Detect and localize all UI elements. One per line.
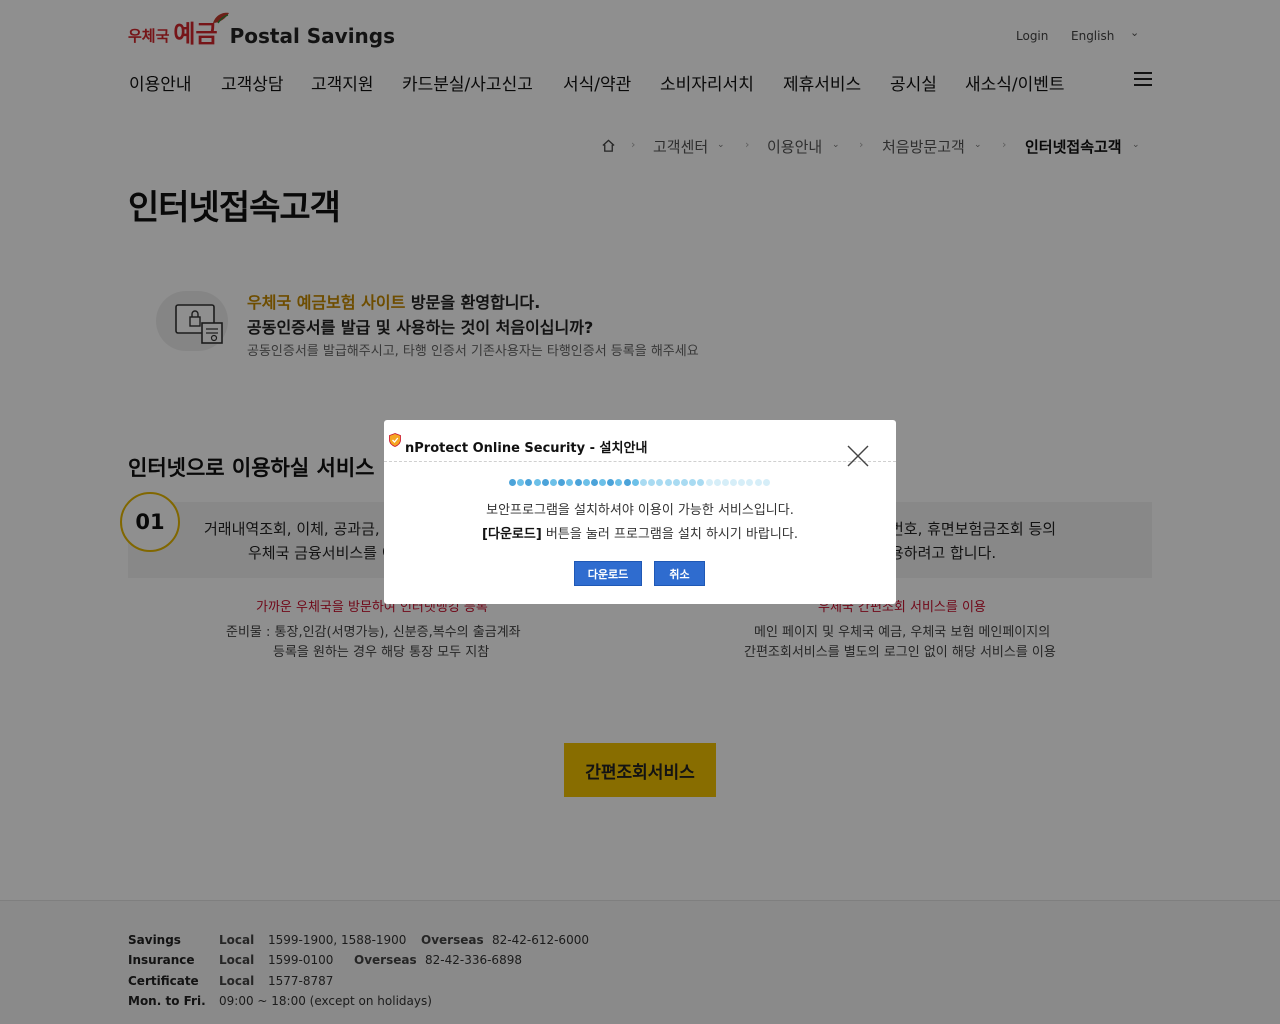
progress-dot	[672, 479, 680, 486]
progress-dot	[509, 479, 516, 486]
progress-dot	[582, 479, 590, 486]
progress-dot	[730, 479, 738, 486]
dialog-message: 보안프로그램을 설치하셔야 이용이 가능한 서비스입니다.	[486, 503, 794, 518]
progress-dot	[517, 479, 525, 486]
progress-dot	[648, 479, 656, 486]
close-icon[interactable]	[846, 444, 870, 468]
progress-dot	[640, 479, 647, 486]
install-progress-indicator	[509, 479, 771, 487]
progress-dot	[738, 479, 746, 486]
dialog-header: nProtect Online Security - 설치안내	[384, 420, 896, 467]
progress-dot	[558, 479, 566, 486]
progress-dot	[574, 479, 582, 486]
progress-dot	[590, 479, 598, 486]
progress-dot	[533, 479, 541, 486]
progress-dot	[607, 479, 615, 486]
progress-dot	[689, 479, 697, 486]
progress-dot	[680, 479, 688, 486]
progress-dot	[566, 479, 574, 486]
progress-dot	[549, 479, 557, 486]
security-install-dialog: nProtect Online Security - 설치안내 보안프로그램을 …	[384, 420, 896, 604]
progress-dot	[541, 479, 549, 486]
progress-dot	[631, 479, 639, 486]
dialog-instruction: [다운로드] 버튼을 눌러 프로그램을 설치 하시기 바랍니다.	[384, 523, 896, 542]
progress-dot	[705, 479, 713, 486]
progress-dot	[615, 479, 623, 486]
download-button[interactable]: 다운로드	[574, 561, 642, 586]
progress-dot	[762, 479, 770, 486]
progress-dot	[721, 479, 729, 486]
progress-dot	[525, 479, 533, 486]
progress-dot	[599, 479, 607, 486]
dialog-title: nProtect Online Security - 설치안내	[405, 441, 648, 456]
nprotect-shield-icon	[389, 433, 401, 447]
progress-dot	[754, 479, 762, 486]
progress-dot	[623, 479, 631, 486]
cancel-button[interactable]: 취소	[654, 561, 705, 586]
progress-dot	[713, 479, 721, 486]
progress-dot	[746, 479, 754, 486]
progress-dot	[656, 479, 664, 486]
dialog-instruction-bold: [다운로드]	[482, 527, 542, 542]
progress-dot	[664, 479, 672, 486]
progress-dot	[697, 479, 705, 486]
dialog-instruction-rest: 버튼을 눌러 프로그램을 설치 하시기 바랍니다.	[541, 527, 798, 542]
